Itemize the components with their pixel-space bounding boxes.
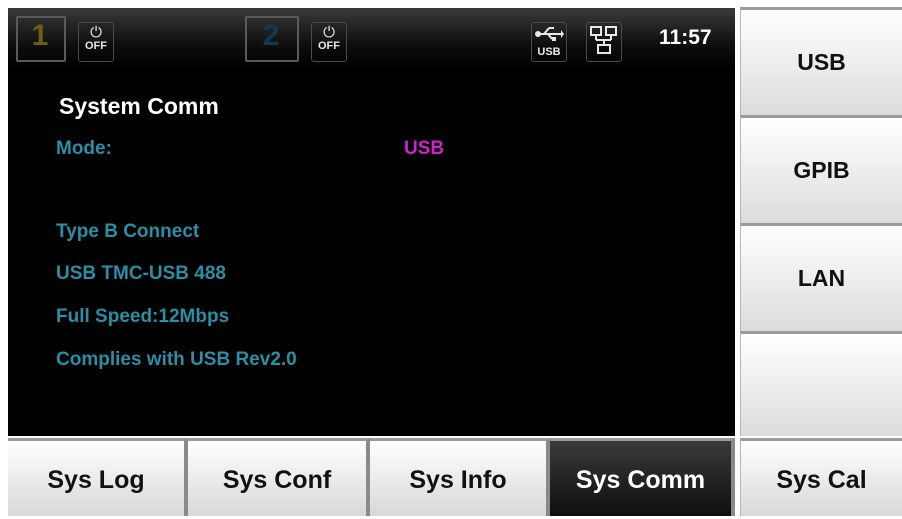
- channel1-power-label: OFF: [85, 40, 107, 52]
- usb-status: USB: [531, 22, 567, 62]
- page-title: System Comm: [59, 93, 219, 119]
- channel1-power-toggle[interactable]: ⏻ OFF: [78, 22, 114, 62]
- softkey-blank[interactable]: [740, 331, 902, 436]
- channel2-number: 2: [262, 19, 280, 52]
- tab-sys-comm-label: Sys Comm: [575, 466, 706, 494]
- tab-sys-cal[interactable]: Sys Cal: [740, 438, 902, 516]
- info-line-protocol: USB TMC-USB 488: [56, 263, 226, 284]
- tab-sys-log[interactable]: Sys Log: [8, 438, 188, 516]
- softkey-usb[interactable]: USB: [740, 7, 902, 115]
- tab-sys-info-label: Sys Info: [409, 466, 507, 494]
- channel1-box[interactable]: 1: [16, 16, 66, 62]
- power-icon: ⏻: [323, 24, 335, 41]
- mode-label: Mode:: [56, 138, 112, 159]
- channel2-power-toggle[interactable]: ⏻ OFF: [311, 22, 347, 62]
- info-line-connector: Type B Connect: [56, 221, 200, 242]
- channel2-box[interactable]: 2: [245, 16, 299, 62]
- usb-icon: [535, 27, 564, 41]
- softkey-lan-label: LAN: [797, 265, 846, 291]
- display-screen: 1 ⏻ OFF 2 ⏻ OFF USB 11:57 System Comm Mo…: [8, 8, 735, 436]
- tab-sys-conf-label: Sys Conf: [222, 466, 332, 494]
- lan-status: [586, 22, 622, 62]
- tab-sys-log-label: Sys Log: [47, 466, 145, 494]
- info-line-speed: Full Speed:12Mbps: [56, 306, 230, 327]
- status-bar: 1 ⏻ OFF 2 ⏻ OFF USB 11:57: [8, 8, 735, 70]
- tab-sys-conf[interactable]: Sys Conf: [188, 438, 370, 516]
- channel1-number: 1: [31, 19, 49, 52]
- channel2-power-label: OFF: [318, 40, 340, 52]
- lan-icon: [590, 26, 617, 54]
- info-line-compliance: Complies with USB Rev2.0: [56, 349, 297, 370]
- clock: 11:57: [659, 26, 712, 49]
- softkey-gpib-label: GPIB: [793, 157, 850, 183]
- power-icon: ⏻: [90, 24, 102, 41]
- mode-value: USB: [404, 138, 445, 159]
- softkey-lan[interactable]: LAN: [740, 223, 902, 331]
- tab-sys-cal-label: Sys Cal: [776, 466, 867, 494]
- softkey-gpib[interactable]: GPIB: [740, 115, 902, 223]
- tab-sys-info[interactable]: Sys Info: [370, 438, 550, 516]
- usb-status-label: USB: [537, 46, 561, 58]
- tab-sys-comm[interactable]: Sys Comm: [550, 438, 735, 516]
- softkey-usb-label: USB: [797, 49, 846, 75]
